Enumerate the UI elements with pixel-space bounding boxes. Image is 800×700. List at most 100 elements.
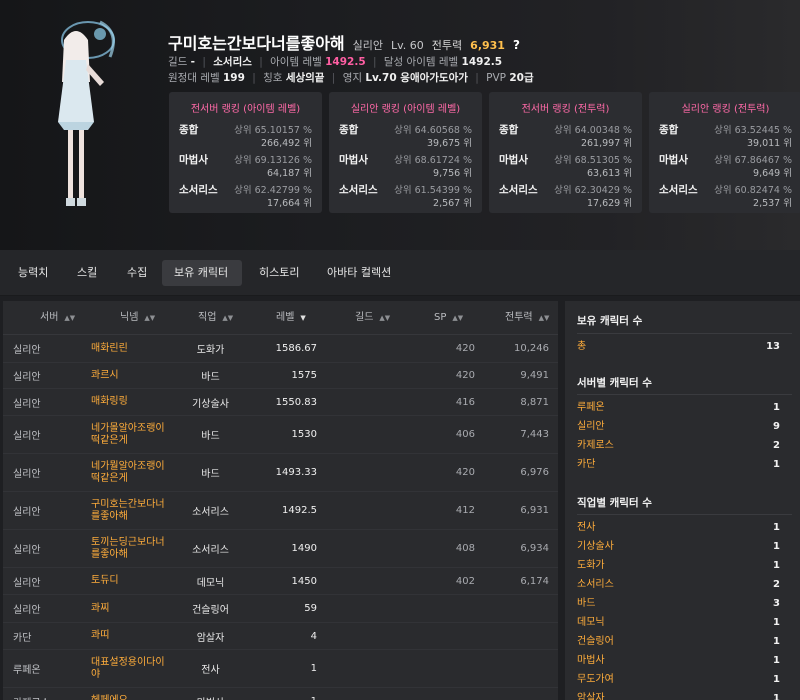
column-header-sp[interactable]: SP ▲▼: [434, 301, 463, 335]
class-count: 1: [773, 522, 780, 533]
cell-level: 1: [310, 663, 317, 674]
column-header-server[interactable]: 서버 ▲▼: [40, 301, 75, 335]
cell-nick[interactable]: 네가몰알아조랭이떡같은게: [91, 416, 171, 453]
cell-sp: 402: [455, 575, 475, 587]
rank-row-label: 종합: [659, 124, 679, 136]
table-row[interactable]: 실리안 구미호는간보다너를좋아해 소서리스 1492.5 412 6,931: [3, 492, 558, 530]
table-row[interactable]: 루페온 대표설정용이다이야 전사 1: [3, 650, 558, 688]
cell-combat-power: 8,871: [520, 396, 549, 408]
rank-row-percent: 상위 68.51305 %: [554, 155, 632, 166]
server-count: 1: [773, 402, 780, 413]
tab-owned-characters[interactable]: 보유 캐릭터: [162, 260, 242, 286]
class-count-row: 암살자 1: [577, 689, 780, 700]
class-count: 1: [773, 636, 780, 647]
table-row[interactable]: 실리안 콰찌 건슬링어 59: [3, 595, 558, 623]
title-value: 세상의끝: [285, 72, 325, 84]
column-header-level[interactable]: 레벨 ▼: [276, 301, 306, 335]
cell-class: 소서리스: [192, 507, 229, 518]
rank-row-position: 2,567 위: [433, 198, 472, 209]
cell-nick[interactable]: 토끼는딩근보다너를좋아해: [91, 530, 171, 567]
tab-skills[interactable]: 스킬: [65, 260, 109, 286]
sort-icon: ▲▼: [379, 314, 391, 322]
rank-card-server-item-level: 실리안 랭킹 (아이템 레벨) 종합 상위 64.60568 % 39,675 …: [329, 92, 482, 213]
cell-nick[interactable]: 콰르시: [91, 363, 171, 388]
guild-value: -: [190, 56, 196, 68]
sort-icon: ▲▼: [452, 314, 464, 322]
class-count: 3: [773, 598, 780, 609]
column-header-combat-power[interactable]: 전투력 ▲▼: [505, 301, 549, 335]
table-row[interactable]: 카단 콰띠 암살자 4: [3, 623, 558, 650]
cell-combat-power: [483, 595, 549, 622]
cell-combat-power: [483, 688, 549, 700]
cell-nick[interactable]: 콰찌: [91, 595, 171, 622]
item-level-value: 1492.5: [325, 56, 366, 68]
class-name: 마법사: [577, 655, 605, 666]
table-row[interactable]: 실리안 콰르시 바드 1575 420 9,491: [3, 363, 558, 389]
rank-row-percent: 상위 67.86467 %: [714, 155, 792, 166]
cell-server: 실리안: [13, 372, 41, 383]
cell-level: 1490: [291, 543, 317, 554]
rank-row-position: 9,756 위: [433, 168, 472, 179]
column-header-nick[interactable]: 닉넴 ▲▼: [120, 301, 155, 335]
header-label: SP: [434, 312, 447, 323]
rank-row-percent: 상위 68.61724 %: [394, 155, 472, 166]
cell-level: 1492.5: [282, 505, 317, 516]
tab-history[interactable]: 히스토리: [247, 260, 311, 286]
class-count-row: 소서리스 2: [577, 575, 780, 594]
table-row[interactable]: 실리안 토듀디 데모닉 1450 402 6,174: [3, 568, 558, 595]
table-row[interactable]: 실리안 네가몰알아조랭이떡같은게 바드 1530 406 7,443: [3, 416, 558, 454]
table-row[interactable]: 카제로스 헤페에오 마법사 1: [3, 688, 558, 700]
cell-level: 1586.67: [275, 343, 317, 354]
header-label: 길드: [355, 312, 374, 323]
column-header-class[interactable]: 직업 ▲▼: [198, 301, 233, 335]
help-icon[interactable]: ?: [513, 38, 520, 52]
pvp-label: PVP: [486, 72, 507, 84]
divider: [577, 394, 792, 395]
rank-row-percent: 상위 61.54399 %: [394, 185, 472, 196]
class-count: 1: [773, 560, 780, 571]
table-header: 서버 ▲▼ 닉넴 ▲▼ 직업 ▲▼ 레벨 ▼ 길드 ▲▼ SP ▲▼ 전투력 ▲▼: [3, 301, 558, 335]
rank-row-percent: 상위 62.30429 %: [554, 185, 632, 196]
cell-combat-power: 6,174: [520, 575, 549, 587]
character-name: 구미호는간보다너를좋아해: [168, 34, 345, 53]
cell-class: 기상술사: [192, 398, 229, 410]
table-row[interactable]: 실리안 네가뭘알아조랭이떡같은게 바드 1493.33 420 6,976: [3, 454, 558, 492]
cell-nick[interactable]: 헤페에오: [91, 688, 171, 700]
cell-nick[interactable]: 구미호는간보다너를좋아해: [91, 492, 171, 529]
total-value: 13: [766, 341, 780, 352]
cell-level: 1550.83: [275, 396, 317, 408]
rank-row-percent: 상위 64.60568 %: [394, 125, 472, 136]
cell-nick[interactable]: 대표설정용이다이야: [91, 650, 171, 687]
table-row[interactable]: 실리안 매화링링 기상술사 1550.83 416 8,871: [3, 389, 558, 416]
sort-desc-icon: ▼: [300, 314, 306, 322]
table-row[interactable]: 실리안 토끼는딩근보다너를좋아해 소서리스 1490 408 6,934: [3, 530, 558, 568]
tab-avatar-collection[interactable]: 아바타 컬렉션: [315, 260, 403, 286]
cell-sp: 420: [455, 370, 475, 381]
sort-icon: ▲▼: [144, 314, 156, 322]
cell-nick[interactable]: 콰띠: [91, 623, 171, 649]
class-count: 1: [773, 655, 780, 666]
server-count: 9: [773, 421, 780, 432]
cell-server: 실리안: [13, 469, 41, 480]
class-name: 데모닉: [577, 617, 605, 628]
cell-class: 암살자: [196, 632, 225, 644]
server-count-row: 루페온 1: [577, 398, 780, 417]
cell-nick[interactable]: 매화린린: [91, 335, 171, 362]
character-count-panel: 보유 캐릭터 수 총 13 서버별 캐릭터 수 루페온 1 실리안 9 카제로스 2 …: [565, 301, 800, 700]
cell-nick[interactable]: 매화링링: [91, 389, 171, 415]
class-count-row: 전사 1: [577, 518, 780, 537]
server-count-row: 카단 1: [577, 455, 780, 474]
column-header-guild[interactable]: 길드 ▲▼: [355, 301, 390, 335]
server-count-row: 카제로스 2: [577, 436, 780, 455]
cell-nick[interactable]: 네가뭘알아조랭이떡같은게: [91, 454, 171, 491]
cell-nick[interactable]: 토듀디: [91, 568, 171, 594]
class-count: 2: [773, 579, 780, 590]
rank-card-all-server-item-level: 전서버 랭킹 (아이템 레벨) 종합 상위 65.10157 % 266,492…: [169, 92, 322, 213]
table-row[interactable]: 실리안 매화린린 도화가 1586.67 420 10,246: [3, 335, 558, 363]
tab-collection[interactable]: 수집: [115, 260, 159, 286]
cell-sp: [419, 623, 475, 649]
cell-combat-power: [483, 623, 549, 649]
tab-stats[interactable]: 능력치: [6, 260, 60, 286]
character-info-line-2: 원정대 레벨 199 | 칭호 세상의끝 | 영지 Lv.70 응애아가도아가 …: [168, 72, 534, 84]
expedition-label: 원정대 레벨: [168, 72, 220, 84]
